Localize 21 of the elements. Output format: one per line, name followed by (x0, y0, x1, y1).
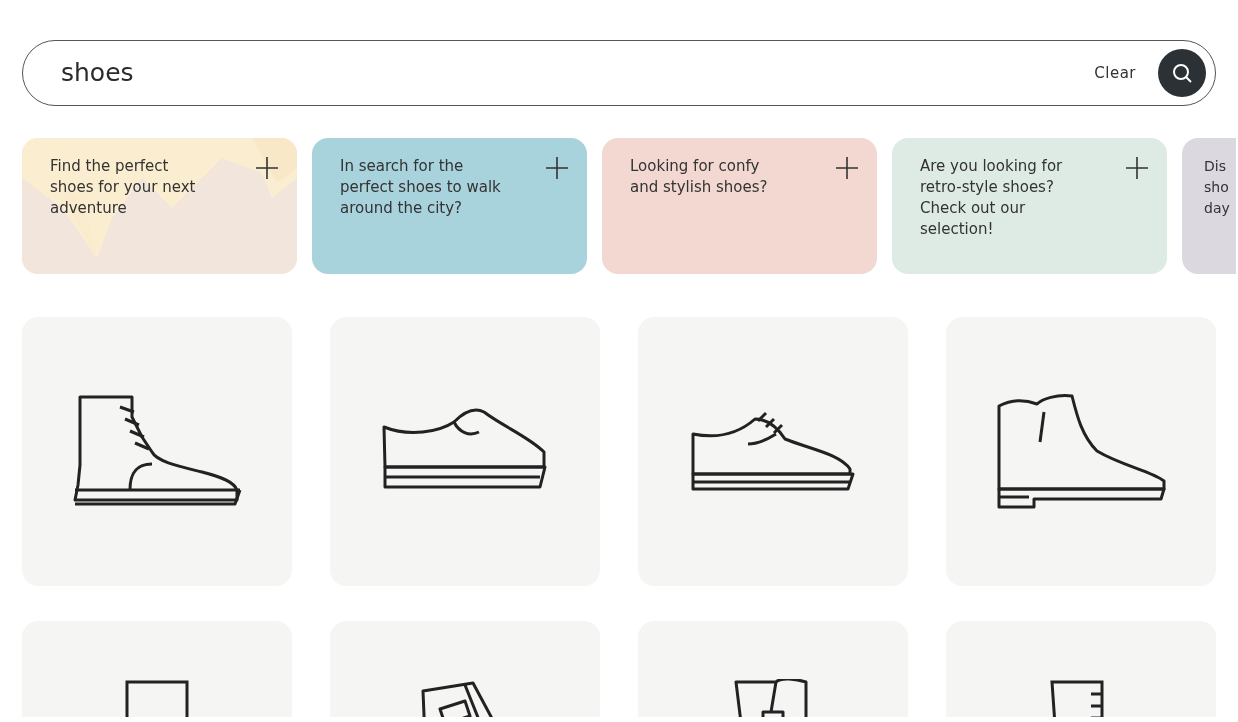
add-icon[interactable] (835, 155, 859, 179)
search-button[interactable] (1158, 49, 1206, 97)
suggestion-card[interactable]: In search for the perfect shoes to walk around the city? (312, 138, 587, 274)
add-icon[interactable] (545, 155, 569, 179)
add-icon[interactable] (1125, 155, 1149, 179)
product-tile[interactable] (22, 317, 292, 586)
add-icon[interactable] (255, 155, 279, 179)
suggestion-card[interactable]: Dis sho day (1182, 138, 1236, 274)
suggestion-text: Dis sho day (1204, 157, 1230, 218)
product-tile[interactable] (330, 317, 600, 586)
suggestion-text: Looking for confy and stylish shoes? (630, 156, 768, 198)
suggestion-text: In search for the perfect shoes to walk around the city? (340, 156, 501, 219)
suggestion-card[interactable]: Find the perfect shoes for your next adventure (22, 138, 297, 274)
suggestion-card[interactable]: Looking for confy and stylish shoes? (602, 138, 877, 274)
suggestion-card[interactable]: Are you looking for retro-style shoes? Check out our selection! (892, 138, 1167, 274)
search-icon (1170, 61, 1194, 85)
suggestion-text: Find the perfect shoes for your next adventure (50, 156, 196, 219)
suggestion-text: Are you looking for retro-style shoes? Check out our selection! (920, 156, 1063, 240)
clear-button[interactable]: Clear (1088, 60, 1142, 86)
product-tile[interactable] (638, 317, 908, 586)
product-tile[interactable] (946, 317, 1216, 586)
